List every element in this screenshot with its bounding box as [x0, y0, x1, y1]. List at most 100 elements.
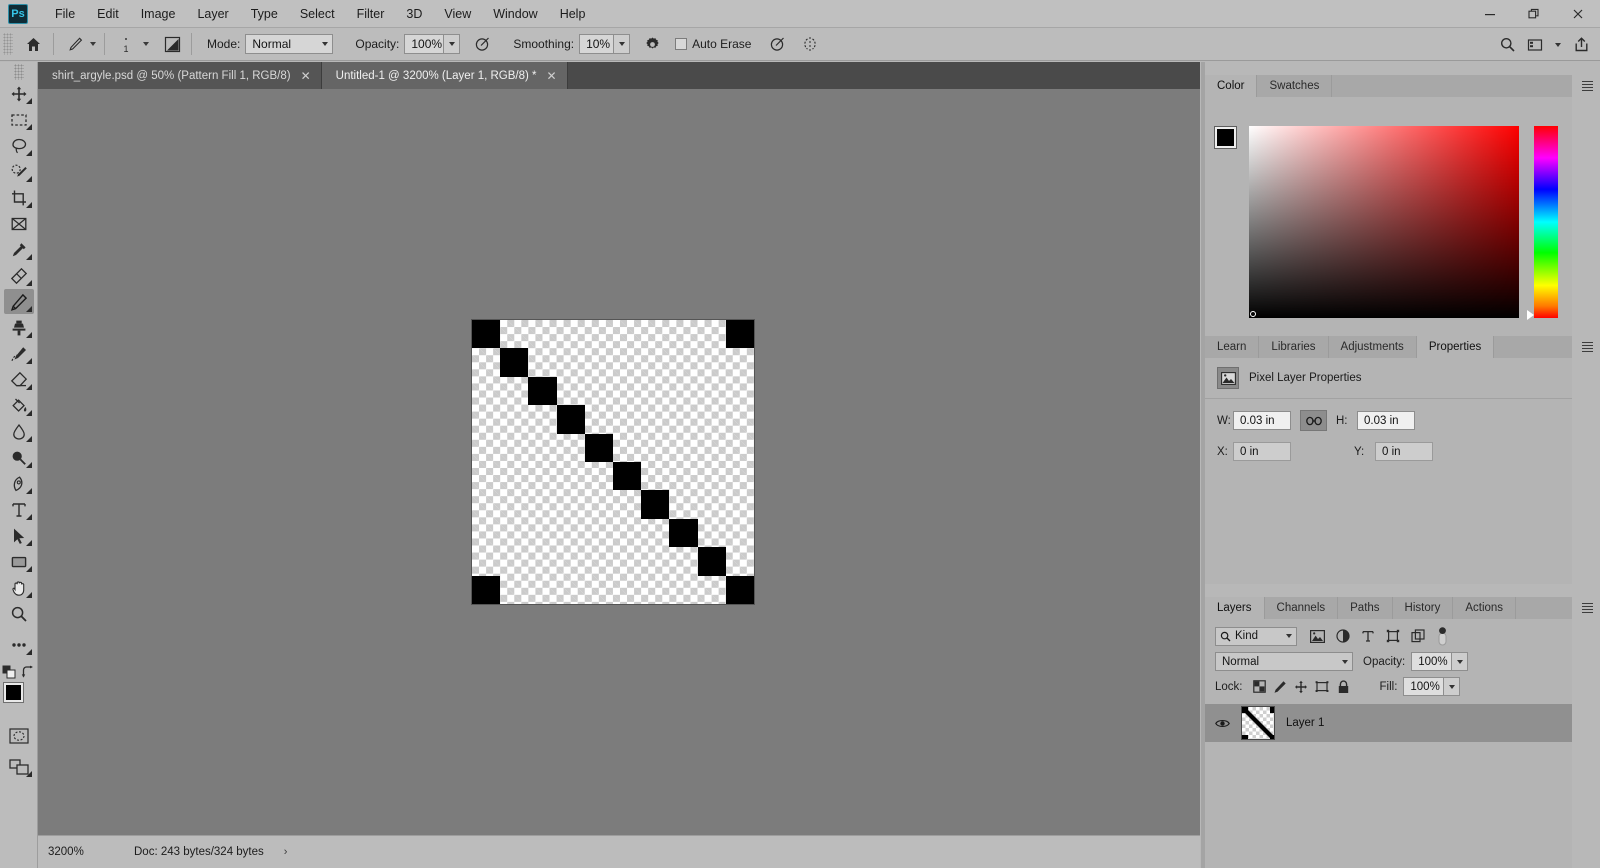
layer-opacity-stepper[interactable]	[1451, 652, 1469, 671]
lock-all-icon[interactable]	[1333, 678, 1354, 696]
lock-transparency-icon[interactable]	[1249, 678, 1270, 696]
tab-learn[interactable]: Learn	[1205, 336, 1260, 358]
pixel-cell[interactable]	[472, 320, 501, 349]
tab-channels[interactable]: Channels	[1264, 597, 1339, 619]
adjustment-filter-icon[interactable]	[1330, 626, 1355, 646]
search-icon[interactable]	[1494, 33, 1520, 57]
pixel-cell[interactable]	[725, 575, 754, 604]
menu-type[interactable]: Type	[240, 2, 289, 26]
opacity-value[interactable]: 100%	[404, 34, 444, 54]
home-icon[interactable]	[19, 32, 47, 56]
height-input[interactable]: 0.03 in	[1357, 411, 1415, 430]
brush-preset-icon[interactable]	[159, 32, 185, 56]
tab-history[interactable]: History	[1392, 597, 1454, 619]
menu-image[interactable]: Image	[130, 2, 187, 26]
zoom-tool[interactable]	[4, 601, 34, 626]
swap-colors-icon[interactable]	[21, 665, 35, 679]
foreground-background-colors[interactable]	[2, 682, 35, 714]
close-icon[interactable]: ✕	[301, 70, 311, 82]
options-bar-grip[interactable]	[3, 33, 13, 55]
opacity-stepper[interactable]	[443, 34, 461, 54]
menu-filter[interactable]: Filter	[346, 2, 396, 26]
tool-preset-picker[interactable]	[60, 33, 98, 55]
lasso-tool[interactable]	[4, 133, 34, 158]
mode-select[interactable]: Normal	[245, 34, 334, 54]
blur-tool[interactable]	[4, 419, 34, 444]
layer-fill-control[interactable]: 100%	[1403, 677, 1461, 696]
tab-properties[interactable]: Properties	[1416, 336, 1495, 358]
x-input[interactable]: 0 in	[1233, 442, 1291, 461]
properties-panel-menu-icon[interactable]	[1579, 339, 1595, 355]
pixel-filter-icon[interactable]	[1305, 626, 1330, 646]
eyedropper-tool[interactable]	[4, 237, 34, 262]
crop-tool[interactable]	[4, 185, 34, 210]
hue-slider-marker[interactable]	[1527, 310, 1534, 320]
layer-filter-kind-select[interactable]: Kind	[1215, 626, 1297, 646]
eraser-tool[interactable]	[4, 367, 34, 392]
pixel-cell[interactable]	[613, 462, 642, 491]
tab-swatches[interactable]: Swatches	[1257, 75, 1333, 97]
quick-selection-tool[interactable]	[4, 159, 34, 184]
clone-stamp-tool[interactable]	[4, 315, 34, 340]
y-input[interactable]: 0 in	[1375, 442, 1433, 461]
status-expand-arrow-icon[interactable]: ›	[284, 846, 288, 858]
tab-layers[interactable]: Layers	[1205, 597, 1265, 619]
layer-name[interactable]: Layer 1	[1286, 717, 1324, 729]
menu-file[interactable]: File	[44, 2, 86, 26]
document-tab-untitled-1[interactable]: Untitled-1 @ 3200% (Layer 1, RGB/8) * ✕	[321, 62, 568, 89]
document-canvas[interactable]	[472, 320, 754, 604]
pixel-cell[interactable]	[697, 547, 726, 576]
layer-fill-value[interactable]: 100%	[1403, 677, 1444, 696]
workspace-icon[interactable]	[1522, 33, 1548, 57]
path-selection-tool[interactable]	[4, 523, 34, 548]
type-tool[interactable]	[4, 497, 34, 522]
marquee-tool[interactable]	[4, 107, 34, 132]
hand-tool[interactable]	[4, 575, 34, 600]
history-brush-tool[interactable]	[4, 341, 34, 366]
width-input[interactable]: 0.03 in	[1233, 411, 1291, 430]
smart-object-filter-icon[interactable]	[1405, 626, 1430, 646]
brush-size-picker[interactable]: 1	[111, 35, 141, 54]
pixel-cell[interactable]	[528, 376, 557, 406]
pixel-cell[interactable]	[725, 320, 754, 349]
hue-slider[interactable]	[1534, 126, 1558, 318]
quick-mask-icon[interactable]	[4, 723, 34, 748]
tab-color[interactable]: Color	[1205, 75, 1258, 97]
pixel-cell[interactable]	[669, 518, 698, 548]
brush-tool[interactable]	[3, 289, 34, 314]
pressure-size-icon[interactable]	[765, 32, 791, 56]
eye-icon[interactable]	[1215, 718, 1230, 729]
canvas-area[interactable]	[38, 89, 1200, 835]
rectangle-tool[interactable]	[4, 549, 34, 574]
close-button[interactable]	[1556, 0, 1600, 28]
smoothing-value[interactable]: 10%	[579, 34, 614, 54]
lock-position-icon[interactable]	[1291, 678, 1312, 696]
workspace-chevron-down-icon[interactable]	[1550, 33, 1566, 57]
tab-actions[interactable]: Actions	[1453, 597, 1517, 619]
pixel-cell[interactable]	[584, 433, 613, 462]
lock-image-icon[interactable]	[1270, 678, 1291, 696]
menu-3d[interactable]: 3D	[395, 2, 433, 26]
screen-mode-icon[interactable]	[4, 754, 34, 779]
menu-select[interactable]: Select	[289, 2, 346, 26]
tab-paths[interactable]: Paths	[1338, 597, 1393, 619]
layers-panel-menu-icon[interactable]	[1579, 600, 1595, 616]
tools-panel-grip[interactable]	[13, 64, 24, 80]
menu-view[interactable]: View	[433, 2, 482, 26]
menu-help[interactable]: Help	[549, 2, 597, 26]
menu-edit[interactable]: Edit	[86, 2, 130, 26]
restore-button[interactable]	[1512, 0, 1556, 28]
pixel-grid[interactable]	[472, 320, 754, 604]
smoothing-stepper[interactable]	[613, 34, 631, 54]
frame-tool[interactable]	[4, 211, 34, 236]
menu-window[interactable]: Window	[482, 2, 548, 26]
auto-erase-checkbox[interactable]: Auto Erase	[675, 37, 751, 51]
pen-tool[interactable]	[4, 471, 34, 496]
pixel-cell[interactable]	[500, 348, 529, 377]
paint-bucket-tool[interactable]	[4, 393, 34, 418]
color-panel-swatches[interactable]	[1214, 126, 1249, 161]
type-filter-icon[interactable]	[1355, 626, 1380, 646]
filter-toggle-switch[interactable]	[1430, 626, 1455, 646]
symmetry-icon[interactable]	[797, 32, 823, 56]
layer-thumbnail[interactable]	[1241, 706, 1275, 740]
